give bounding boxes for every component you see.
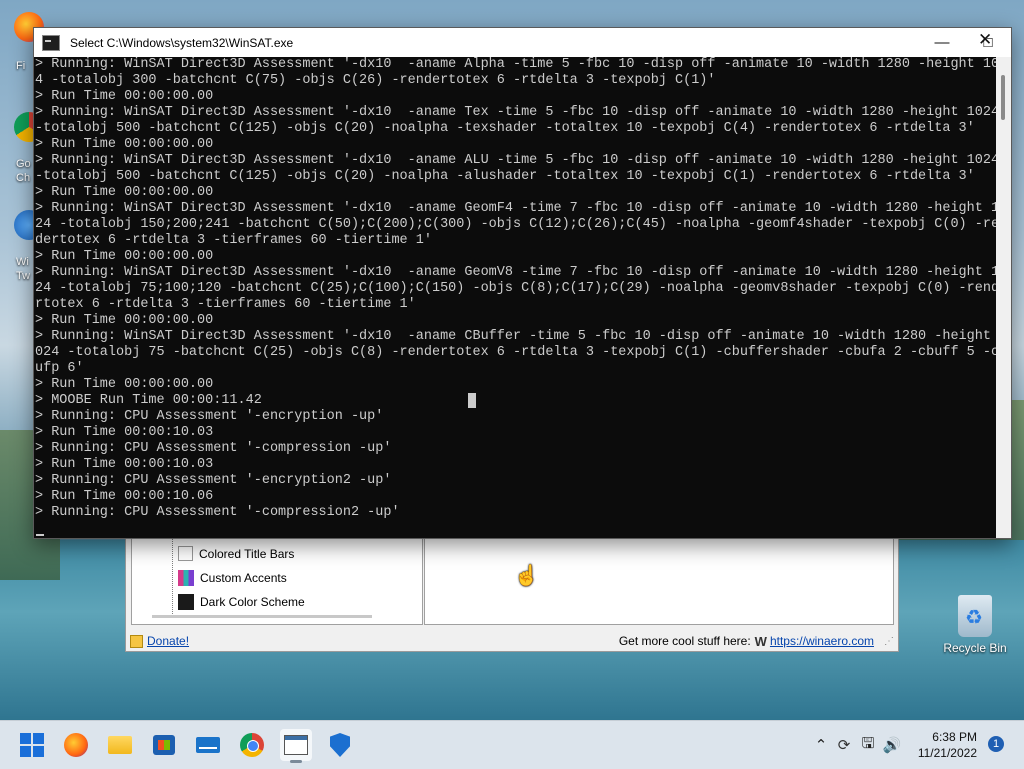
console-line: > Run Time 00:00:10.06 [35,489,214,504]
console-line: -totalobj 500 -batchcnt C(125) -objs C(2… [35,169,975,184]
tree-item-label: Custom Accents [200,571,287,585]
taskbar: ⌃ ⟳ 🖫 🔊 6:38 PM 11/21/2022 [0,720,1024,769]
console-line: 024 -totalobj 75 -batchcnt C(25) -objs C… [35,345,996,360]
chevron-up-icon[interactable]: ⌃ [810,736,832,754]
resize-grip-icon[interactable]: ⋰ [884,636,894,647]
console-line: > Running: WinSAT Direct3D Assessment '-… [35,105,996,120]
recycle-bin-desktop-icon[interactable]: Recycle Bin [940,595,1010,655]
console-line: 24 -totalobj 75;100;120 -batchcnt C(25);… [35,281,996,296]
winaero-link[interactable]: https://winaero.com [770,634,874,648]
clock-time: 6:38 PM [932,730,977,744]
checkbox-icon [178,546,193,561]
recycle-bin-label: Recycle Bin [943,641,1007,655]
color-palette-icon [178,570,194,586]
console-line: dertotex 6 -rtdelta 3 -tierframes 60 -ti… [35,233,432,248]
console-title: Select C:\Windows\system32\WinSAT.exe [70,35,294,50]
hand-cursor-icon: ☝ [514,565,539,587]
mail-icon[interactable] [192,729,224,761]
desktop-label-4: Wi [16,256,29,268]
notification-badge[interactable]: 1 [988,736,1004,752]
winaero-tweaker-icon[interactable] [280,729,312,763]
console-line: > Running: CPU Assessment '-encryption2 … [35,473,392,488]
console-line: -totalobj 500 -batchcnt C(125) -objs C(2… [35,121,975,136]
console-line: > Run Time 00:00:10.03 [35,457,214,472]
tree-horizontal-scrollbar[interactable] [152,615,372,618]
tree-connector [172,532,173,618]
heart-icon [130,634,143,648]
console-line: > Running: CPU Assessment '-compression2… [35,505,400,520]
settings-panel [424,531,894,625]
firefox-icon[interactable] [60,729,92,761]
tree-item-colored-title-bars[interactable]: Colored Title Bars [178,546,294,561]
network-icon[interactable]: 🖫 [856,733,880,758]
console-line: > Running: WinSAT Direct3D Assessment '-… [35,57,996,72]
update-icon[interactable]: ⟳ [832,736,856,754]
console-app-icon [42,34,60,51]
tree-item-custom-accents[interactable]: Custom Accents [178,570,287,586]
console-output[interactable]: > Running: WinSAT Direct3D Assessment '-… [34,57,996,538]
console-line: rtotex 6 -rtdelta 3 -tierframes 60 -tier… [35,297,416,312]
tree-item-label: Dark Color Scheme [200,595,305,609]
prompt-cursor [36,534,44,536]
console-titlebar[interactable]: Select C:\Windows\system32\WinSAT.exe — … [34,28,1011,57]
status-more-text: Get more cool stuff here: [618,634,751,648]
file-explorer-icon[interactable] [104,729,136,761]
donate-link[interactable]: Donate! [147,634,189,648]
desktop-label-3: Ch [16,172,31,184]
console-line: > Run Time 00:00:00.00 [35,137,214,152]
desktop-label-1: Fi [16,60,26,72]
taskbar-clock[interactable]: 6:38 PM 11/21/2022 [915,729,977,761]
volume-icon[interactable]: 🔊 [880,736,904,754]
console-line: > Running: CPU Assessment '-encryption -… [35,409,384,424]
tree-item-dark-color-scheme[interactable]: Dark Color Scheme [178,594,305,610]
system-tray: ⌃ ⟳ 🖫 🔊 [810,721,904,769]
console-line: > Running: WinSAT Direct3D Assessment '-… [35,153,996,168]
scrollbar-thumb[interactable] [1001,75,1005,120]
console-line: ufp 6' [35,361,84,376]
desktop-label-5: Tw [16,270,31,282]
status-bar: Donate! Get more cool stuff here: W http… [126,631,898,651]
window-close-icon[interactable]: ✕ [978,30,992,50]
console-line: > Running: CPU Assessment '-compression … [35,441,392,456]
console-line: > Run Time 00:00:00.00 [35,377,214,392]
clock-date: 11/21/2022 [917,746,977,760]
desktop-label-2: Go [16,158,31,170]
active-indicator [290,760,302,763]
console-line: > Running: WinSAT Direct3D Assessment '-… [35,329,996,344]
console-line: > Running: WinSAT Direct3D Assessment '-… [35,265,996,280]
console-line: 24 -totalobj 150;200;241 -batchcnt C(50)… [35,217,996,232]
console-scrollbar[interactable] [996,57,1011,538]
defender-icon[interactable] [324,729,356,761]
console-line: > Run Time 00:00:00.00 [35,89,214,104]
console-line: > Run Time 00:00:00.00 [35,249,214,264]
console-line: > Run Time 00:00:00.00 [35,185,214,200]
console-line: > Running: WinSAT Direct3D Assessment '-… [35,201,996,216]
minimize-button[interactable]: — [919,28,965,57]
winsat-console-window[interactable]: Select C:\Windows\system32\WinSAT.exe — … [33,27,1012,539]
settings-tree[interactable]: Colored Title Bars Custom Accents Dark C… [131,531,423,625]
console-line: > Run Time 00:00:00.00 [35,313,214,328]
dark-scheme-icon [178,594,194,610]
store-icon[interactable] [148,729,180,761]
winaero-logo-icon: W [754,633,767,649]
tree-item-label: Colored Title Bars [199,546,295,561]
start-icon[interactable] [16,729,48,761]
console-line: > MOOBE Run Time 00:00:11.42 [35,393,262,408]
winaero-tweaker-window[interactable]: Colored Title Bars Custom Accents Dark C… [125,520,899,652]
console-line: 4 -totalobj 300 -batchcnt C(75) -objs C(… [35,73,716,88]
chrome-icon[interactable] [236,729,268,761]
recycle-bin-icon [958,595,992,637]
text-cursor [468,393,476,408]
console-line: > Run Time 00:00:10.03 [35,425,214,440]
